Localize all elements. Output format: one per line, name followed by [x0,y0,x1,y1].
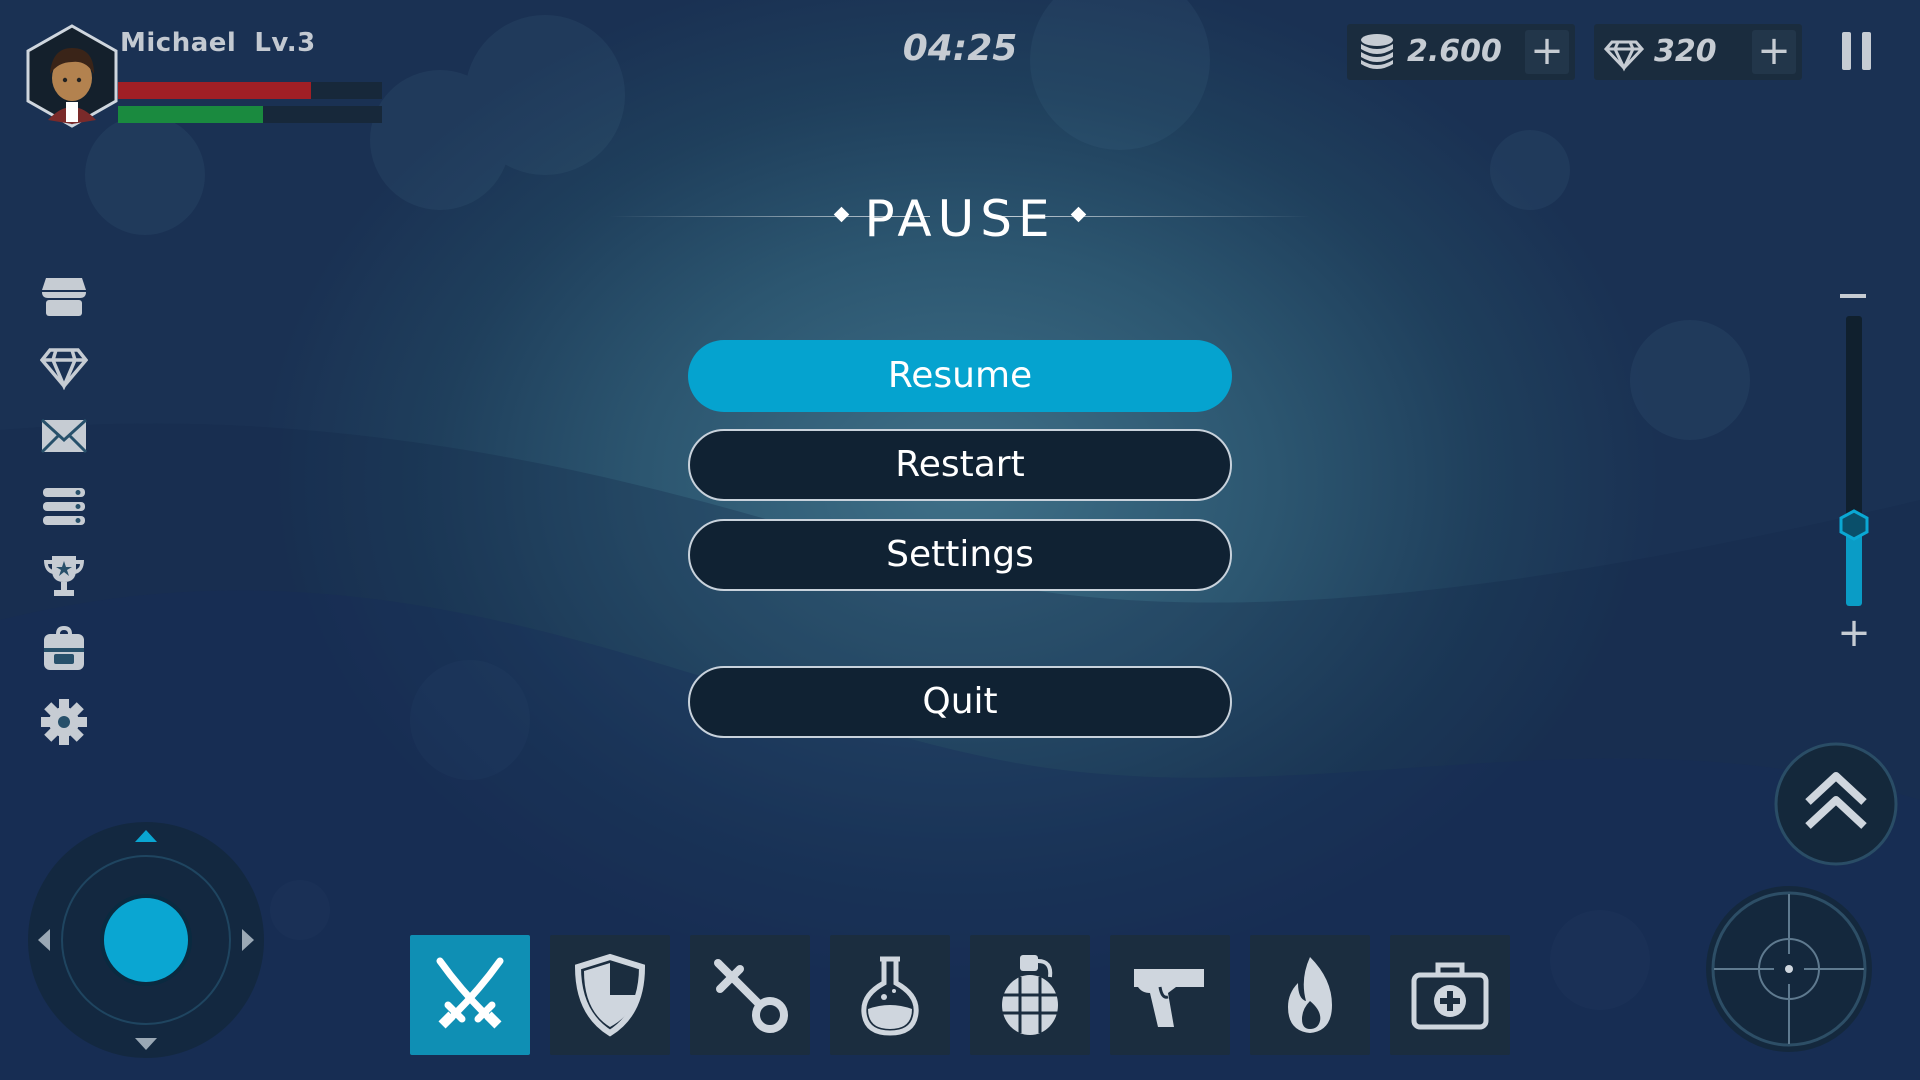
hotbar-slot-key[interactable] [690,935,810,1055]
fire-icon [1288,957,1332,1033]
match-timer: 04:25 [902,28,1018,69]
quit-button[interactable]: Quit [688,666,1232,738]
hotbar-slot-fire[interactable] [1250,935,1370,1055]
zoom-knob-icon[interactable] [1838,509,1870,541]
hotbar-slot-swords[interactable] [410,935,530,1055]
pause-title: PAUSE [600,180,1320,250]
health-bar [118,82,382,99]
potion-icon [861,956,919,1036]
add-gems-button[interactable]: + [1752,30,1796,74]
coins-value: 2.600 [1407,34,1502,69]
player-name: Michael [120,28,237,58]
health-bar-fill [118,82,311,99]
pause-title-text: PAUSE [864,190,1056,248]
jump-button[interactable] [1774,742,1898,866]
mail-icon[interactable] [40,412,88,460]
shop-icon[interactable] [40,272,88,320]
pause-icon-bar [1862,32,1871,70]
add-coins-button[interactable]: + [1525,30,1569,74]
backpack-icon[interactable] [40,624,88,672]
settings-button[interactable]: Settings [688,519,1232,591]
list-icon[interactable] [40,482,88,530]
grenade-icon [1002,955,1058,1035]
key-icon [714,959,788,1033]
hotbar-slot-potion[interactable] [830,935,950,1055]
resume-button[interactable]: Resume [688,340,1232,412]
restart-button[interactable]: Restart [688,429,1232,501]
hotbar-slot-grenade[interactable] [970,935,1090,1055]
pause-icon-bar [1842,32,1851,70]
movement-joystick[interactable] [26,820,266,1060]
medkit-icon [1411,962,1489,1030]
player-name-level: Michael Lv.3 [120,28,316,58]
trophy-icon[interactable] [40,552,88,600]
coins-icon [1361,34,1393,69]
gem-shop-icon[interactable] [40,342,88,390]
zoom-in-button[interactable]: + [1824,610,1884,656]
crossed-swords-icon [436,957,504,1029]
player-avatar-icon[interactable] [26,24,118,128]
shield-icon [574,953,646,1037]
experience-bar-fill [118,106,264,123]
zoom-slider[interactable]: + [1824,280,1884,660]
gems-value: 320 [1654,34,1717,69]
gear-icon[interactable] [40,698,88,746]
aim-button[interactable] [1704,884,1874,1054]
crosshair-icon [1785,965,1793,973]
experience-bar [118,106,382,123]
pause-button[interactable] [1840,32,1876,72]
zoom-out-button[interactable] [1840,294,1866,298]
hotbar-slot-shield[interactable] [550,935,670,1055]
pistol-icon [1134,969,1204,1027]
hotbar-slot-pistol[interactable] [1110,935,1230,1055]
gems-counter: 320 + [1594,24,1802,80]
player-panel: Michael Lv.3 [26,24,386,134]
hotbar-slot-medkit[interactable] [1390,935,1510,1055]
gem-icon [1604,40,1644,72]
title-divider-right [990,216,1310,217]
player-level: Lv.3 [254,28,316,58]
coins-counter: 2.600 + [1347,24,1575,80]
